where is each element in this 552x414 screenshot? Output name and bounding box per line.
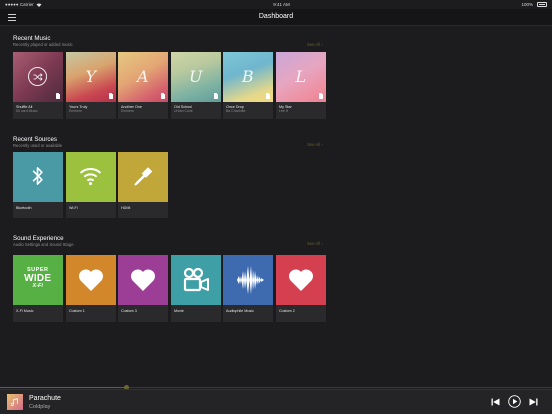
now-playing-artwork xyxy=(7,394,23,410)
album-art xyxy=(13,52,63,102)
play-button-icon[interactable] xyxy=(508,395,521,408)
card-subtitle: Eminem xyxy=(69,109,82,113)
card-title: Bluetooth xyxy=(16,206,32,210)
clipboard-icon xyxy=(265,93,270,99)
navigation-bar: Dashboard xyxy=(0,9,552,26)
waveform-icon xyxy=(232,266,264,294)
playback-progress-fill xyxy=(0,387,127,388)
sound-card-custom-3[interactable]: Custom 3 xyxy=(118,255,168,322)
wifi-icon xyxy=(79,168,102,186)
see-all-music-link[interactable]: See All › xyxy=(307,42,323,47)
card-title: X-Fi Music xyxy=(16,309,34,313)
music-card-another-one[interactable]: A Another One Eminem xyxy=(118,52,168,119)
page-title: Dashboard xyxy=(258,13,294,20)
wifi-status-icon xyxy=(36,2,42,7)
logo-text-wide: WIDE xyxy=(24,272,52,284)
music-note-icon xyxy=(11,398,18,406)
see-all-sound-link[interactable]: See All › xyxy=(307,241,323,246)
sound-tile: SUPER WIDE X-Fi xyxy=(13,255,63,305)
card-subtitle: Urban Cone xyxy=(174,109,193,113)
source-card-hdmi[interactable]: HDMI xyxy=(118,152,168,218)
now-playing-bar[interactable]: Parachute Coldplay xyxy=(0,389,552,414)
now-playing-title: Parachute xyxy=(29,395,61,402)
hdmi-icon xyxy=(134,167,153,186)
now-playing-artist: Coldplay xyxy=(29,403,51,410)
sound-tile xyxy=(66,255,116,305)
super-wide-xfi-logo: SUPER WIDE X-Fi xyxy=(13,267,63,289)
previous-track-icon[interactable] xyxy=(491,398,500,406)
section-subtitle-sound-experience: Audio Settings and Sound Stage xyxy=(13,242,74,247)
album-letter: L xyxy=(295,67,307,86)
music-card-yours-truly[interactable]: Y Yours Truly Eminem xyxy=(66,52,116,119)
heart-icon xyxy=(78,269,104,291)
album-letter: Y xyxy=(85,67,97,86)
album-letter: U xyxy=(189,67,203,86)
card-title: Custom 3 xyxy=(121,309,137,313)
status-bar: ●●●●● Carrier 9:41 AM 100% xyxy=(0,0,552,9)
card-title: Audiophile Music xyxy=(226,309,254,313)
battery-icon xyxy=(537,2,547,7)
battery-percent: 100% xyxy=(521,2,533,7)
sound-tile xyxy=(118,255,168,305)
album-art: Y xyxy=(66,52,116,102)
source-tile xyxy=(13,152,63,202)
source-tile xyxy=(66,152,116,202)
card-title: Wi-Fi xyxy=(69,206,78,210)
album-art: B xyxy=(223,52,273,102)
sound-tile xyxy=(223,255,273,305)
see-all-sources-link[interactable]: See All › xyxy=(307,142,323,147)
music-card-shuffle-all[interactable]: Shuffle All 50 card Music xyxy=(13,52,63,119)
clipboard-icon xyxy=(55,93,60,99)
source-tile xyxy=(118,152,168,202)
movie-camera-icon xyxy=(183,267,209,292)
card-title: Custom 1 xyxy=(69,309,85,313)
shuffle-icon xyxy=(28,67,47,86)
section-subtitle-recent-sources: Recently used or available xyxy=(13,143,63,148)
music-card-my-star[interactable]: L My Star Lee H xyxy=(276,52,326,119)
section-title-recent-music: Recent Music xyxy=(13,35,51,42)
card-title: Custom 2 xyxy=(279,309,295,313)
clipboard-icon xyxy=(213,93,218,99)
heart-icon xyxy=(288,269,314,291)
source-card-wifi[interactable]: Wi-Fi xyxy=(66,152,116,218)
carrier-label: ●●●●● Carrier xyxy=(5,2,34,7)
album-letter: B xyxy=(241,67,254,86)
card-subtitle: Lee H xyxy=(279,109,289,113)
clipboard-icon xyxy=(318,93,323,99)
source-card-bluetooth[interactable]: Bluetooth xyxy=(13,152,63,218)
bluetooth-icon xyxy=(32,167,43,185)
card-subtitle: 50 card Music xyxy=(16,109,38,113)
clock: 9:41 AM xyxy=(273,2,290,7)
sound-card-custom-2[interactable]: Custom 2 xyxy=(276,255,326,322)
card-subtitle: Eminem xyxy=(121,109,134,113)
card-subtitle: Ba Charlotte xyxy=(226,109,246,113)
section-subtitle-recent-music: Recently played or added music xyxy=(13,42,73,47)
sound-tile xyxy=(171,255,221,305)
sound-tile xyxy=(276,255,326,305)
section-title-sound-experience: Sound Experience xyxy=(13,235,64,242)
album-art: U xyxy=(171,52,221,102)
app-window: ●●●●● Carrier 9:41 AM 100% Dashboard Rec… xyxy=(0,0,552,414)
clipboard-icon xyxy=(108,93,113,99)
sound-card-movie[interactable]: Movie xyxy=(171,255,221,322)
music-card-old-school[interactable]: U Old School Urban Cone xyxy=(171,52,221,119)
album-letter: A xyxy=(136,67,149,86)
next-track-icon[interactable] xyxy=(529,398,538,406)
card-title: Movie xyxy=(174,309,184,313)
album-art: A xyxy=(118,52,168,102)
logo-text-xfi: X-Fi xyxy=(32,282,43,289)
sound-card-audiophile-music[interactable]: Audiophile Music xyxy=(223,255,273,322)
sound-card-custom-1[interactable]: Custom 1 xyxy=(66,255,116,322)
section-title-recent-sources: Recent Sources xyxy=(13,136,58,143)
album-art: L xyxy=(276,52,326,102)
sound-card-xfi-music[interactable]: SUPER WIDE X-Fi X-Fi Music xyxy=(13,255,63,322)
clipboard-icon xyxy=(160,93,165,99)
heart-icon xyxy=(130,269,156,291)
music-card-once-drop[interactable]: B Once Drop Ba Charlotte xyxy=(223,52,273,119)
card-title: HDMI xyxy=(121,206,131,210)
